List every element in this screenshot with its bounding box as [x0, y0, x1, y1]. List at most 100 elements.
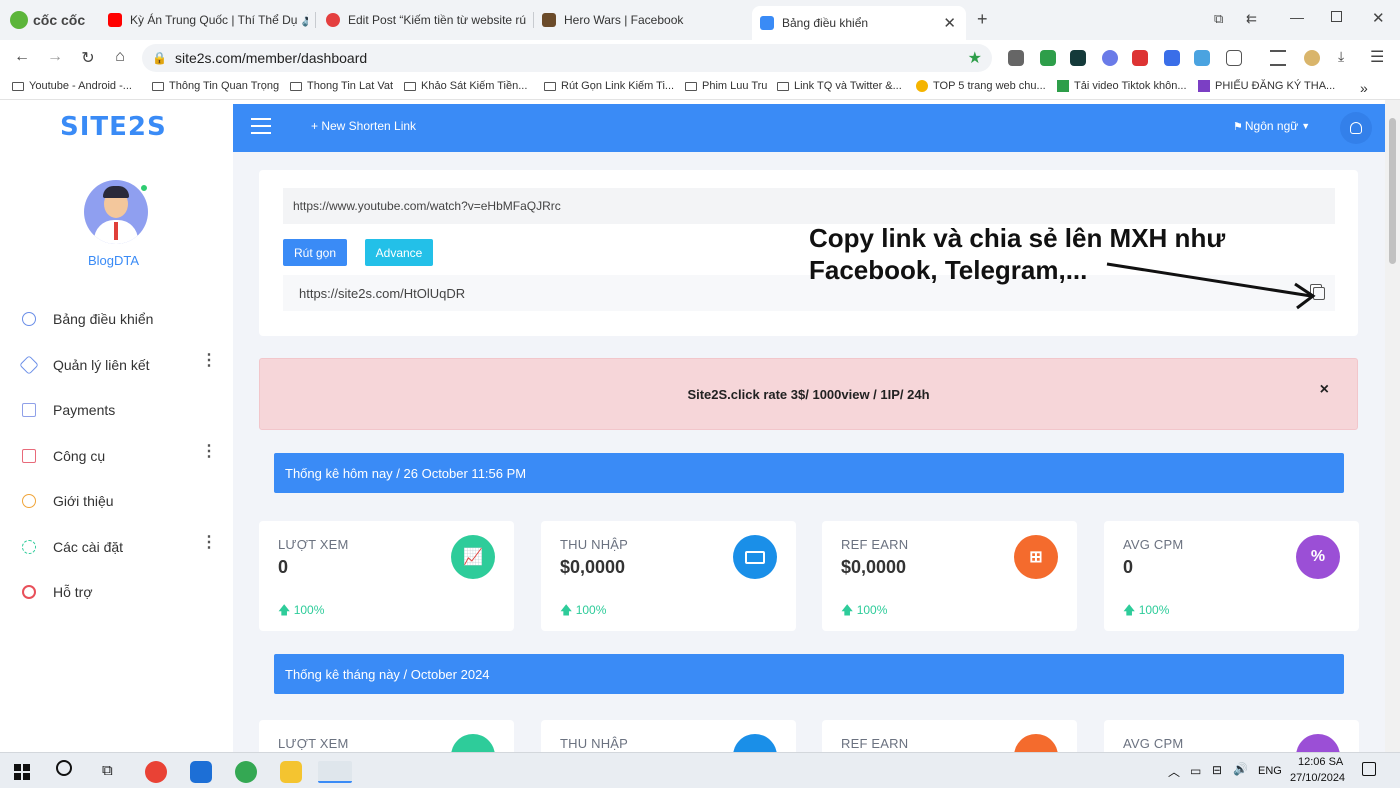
extension-icon[interactable]: [1040, 50, 1056, 66]
clock-time[interactable]: 12:06 SA: [1298, 756, 1343, 768]
hamburger-icon[interactable]: [251, 118, 271, 134]
language-dropdown[interactable]: ⚑ Ngôn ngữ ▼: [1233, 119, 1310, 133]
bookmark-star-icon[interactable]: ★: [968, 48, 982, 68]
settings-menu-icon[interactable]: ⋮: [201, 535, 217, 551]
extension-icon[interactable]: [1008, 50, 1024, 66]
folder-icon: [777, 81, 789, 91]
input-language[interactable]: ENG: [1258, 765, 1282, 777]
tab-edit-post[interactable]: Edit Post “Kiếm tiền từ website rút: [326, 6, 526, 34]
sidebar-item-links[interactable]: Quản lý liên kết: [19, 355, 150, 375]
translate-icon[interactable]: [1164, 50, 1180, 66]
browser-logo[interactable]: cốc cốc: [10, 11, 85, 29]
playlist-icon[interactable]: [1270, 50, 1286, 66]
bookmarks-bar: Youtube - Android -... Thông Tin Quan Tr…: [0, 76, 1400, 100]
back-button[interactable]: ←: [12, 48, 32, 66]
tab-title: Kỳ Án Trung Quốc | Thí Thể Dụ: [130, 13, 298, 27]
chrome-icon[interactable]: [145, 761, 167, 783]
notification-icon[interactable]: [1362, 762, 1376, 776]
more-bookmarks-icon[interactable]: »: [1360, 80, 1368, 96]
tab-hero-wars[interactable]: Hero Wars | Facebook: [542, 6, 742, 34]
close-alert-button[interactable]: ×: [1320, 381, 1329, 399]
links-menu-icon[interactable]: ⋮: [201, 353, 217, 369]
task-view-icon[interactable]: ⧉: [102, 762, 113, 779]
bookmark-item[interactable]: TOP 5 trang web chu...: [916, 80, 1046, 92]
forward-button[interactable]: →: [45, 48, 65, 66]
month-stats-header: Thống kê tháng này / October 2024: [274, 654, 1344, 694]
scrollbar-thumb[interactable]: [1389, 118, 1396, 264]
reload-button[interactable]: ↻: [78, 48, 98, 68]
address-bar[interactable]: 🔒 site2s.com/member/dashboard ★: [142, 44, 992, 72]
form-icon: [1198, 80, 1210, 92]
minimize-button[interactable]: —: [1290, 9, 1304, 25]
maximize-button[interactable]: [1331, 11, 1342, 22]
store-icon[interactable]: [190, 761, 212, 783]
sidebar-item-support[interactable]: Hỗ trợ: [22, 584, 93, 600]
clock-date[interactable]: 27/10/2024: [1290, 772, 1345, 784]
tab-menu-icon[interactable]: ⇇: [1246, 11, 1257, 27]
folder-icon: [290, 81, 302, 91]
extension-icon[interactable]: [1070, 50, 1086, 66]
tab-youtube[interactable]: Kỳ Án Trung Quốc | Thí Thể Dụ 🔊: [108, 6, 308, 34]
folder-icon: [685, 81, 697, 91]
volume-icon[interactable]: 🔊: [1233, 762, 1248, 776]
sidebar-item-dashboard[interactable]: Bảng điều khiển: [22, 311, 153, 327]
avatar[interactable]: [84, 180, 148, 244]
shorten-button[interactable]: Rút gọn: [283, 239, 347, 266]
bookmark-item[interactable]: Thong Tin Lat Vat: [290, 80, 393, 92]
chrome-icon[interactable]: [235, 761, 257, 783]
windows-start-icon[interactable]: [14, 764, 30, 780]
close-tab-icon[interactable]: ✕: [943, 14, 956, 32]
bookmark-item[interactable]: Thông Tin Quan Trọng: [152, 80, 279, 92]
bookmark-item[interactable]: PHIẾU ĐĂNG KÝ THA...: [1198, 80, 1335, 92]
battery-icon[interactable]: ▭: [1190, 764, 1201, 778]
sidebar-item-settings[interactable]: Các cài đặt: [22, 539, 123, 555]
extension-icon[interactable]: [1194, 50, 1210, 66]
new-tab-button[interactable]: +: [977, 9, 988, 30]
address-text: site2s.com/member/dashboard: [174, 50, 368, 66]
new-shorten-link-button[interactable]: + New Shorten Link: [311, 119, 416, 133]
network-tray-icon[interactable]: ⊟: [1212, 763, 1222, 777]
hero-wars-icon: [542, 13, 556, 27]
download-icon[interactable]: ⤓: [1338, 48, 1344, 65]
bookmark-item[interactable]: Link TQ và Twitter &...: [777, 80, 902, 92]
profile-avatar[interactable]: [1304, 50, 1320, 66]
bookmark-item[interactable]: Youtube - Android -...: [12, 80, 132, 92]
percent-icon: %: [1296, 535, 1340, 579]
search-tabs-icon[interactable]: ⧉: [1214, 11, 1223, 27]
close-window-button[interactable]: ✕: [1372, 9, 1385, 27]
top-navbar: + New Shorten Link ⚑ Ngôn ngữ ▼: [233, 104, 1385, 152]
long-url-input[interactable]: https://www.youtube.com/watch?v=eHbMFaQJ…: [283, 188, 1335, 224]
network-icon: ⊞: [1014, 535, 1058, 579]
advance-button[interactable]: Advance: [365, 239, 433, 266]
coccoc-taskbar-icon[interactable]: [318, 761, 352, 783]
tab-dashboard[interactable]: Bảng điều khiển ✕: [752, 6, 966, 40]
tools-menu-icon[interactable]: ⋮: [201, 444, 217, 460]
stat-card-avg-cpm: AVG CPM 0 🡅 100% %: [1104, 521, 1359, 631]
tab-title: Hero Wars | Facebook: [564, 13, 684, 27]
extension-icon[interactable]: [1102, 50, 1118, 66]
bookmark-item[interactable]: Khảo Sát Kiếm Tiền...: [404, 80, 527, 92]
user-menu-button[interactable]: [1340, 112, 1372, 144]
link-icon: [19, 355, 39, 375]
youtube-icon: [108, 13, 122, 27]
puzzle-icon[interactable]: [1226, 50, 1242, 66]
extension-icon[interactable]: [1132, 50, 1148, 66]
page-scrollbar[interactable]: [1385, 100, 1400, 752]
windows-taskbar: ⧉ ︿ ▭ ⊟ 🔊 ENG 12:06 SA 27/10/2024: [0, 752, 1400, 788]
bookmark-item[interactable]: Phim Luu Tru: [685, 80, 767, 92]
sidebar-item-payments[interactable]: Payments: [22, 402, 115, 418]
bookmark-item[interactable]: Rút Gọn Link Kiếm Ti...: [544, 80, 674, 92]
search-icon[interactable]: [56, 760, 72, 776]
chevron-up-icon[interactable]: ︿: [1168, 763, 1180, 780]
site2s-logo[interactable]: SITE2S: [60, 112, 167, 142]
sidebar-item-referral[interactable]: Giới thiệu: [22, 493, 114, 509]
download-green-icon: [1057, 80, 1069, 92]
file-explorer-icon[interactable]: [280, 761, 302, 783]
speaker-icon[interactable]: 🔊: [301, 13, 308, 27]
chart-icon: 📈: [451, 535, 495, 579]
home-button[interactable]: ⌂: [110, 48, 130, 66]
menu-icon[interactable]: ☰: [1370, 47, 1384, 67]
annotation-arrow: [1106, 262, 1316, 310]
bookmark-item[interactable]: Tải video Tiktok khôn...: [1057, 80, 1187, 92]
sidebar-item-tools[interactable]: Công cụ: [22, 448, 105, 464]
